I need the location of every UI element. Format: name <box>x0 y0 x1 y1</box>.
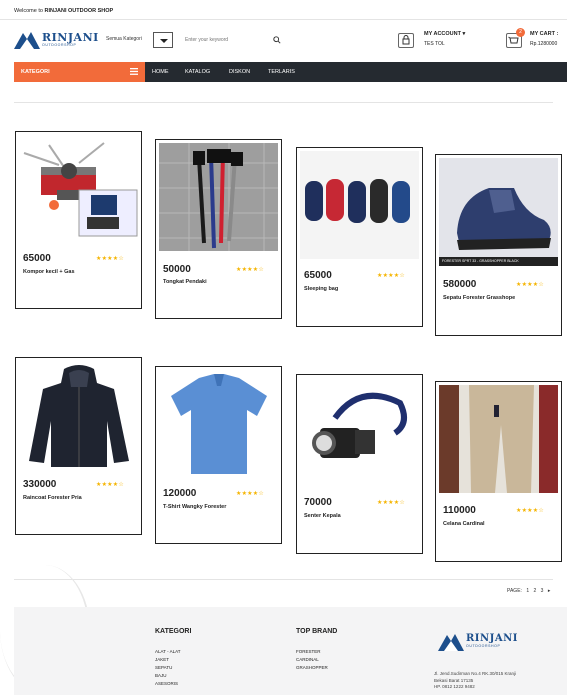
logo-subtitle: OUTDOORSHOP <box>42 43 77 47</box>
product-card-kompor[interactable]: 65000 ★★★★☆ Kompor kecil + Gas <box>15 131 142 309</box>
shop-name: RINJANI OUTDOOR SHOP <box>44 8 114 14</box>
product-price: 50000 <box>163 264 191 275</box>
next-page-icon[interactable]: ▸ <box>548 588 551 594</box>
welcome-text: Welcome to <box>14 8 45 14</box>
cart-count-badge: 2 <box>516 28 525 37</box>
footer-brand-link[interactable]: GRASHOPPER <box>296 664 328 672</box>
product-card-sleeping-bag[interactable]: 65000 ★★★★☆ Sleeping bag <box>296 147 423 327</box>
footer-brand-title: TOP BRAND <box>296 628 338 635</box>
page-link-1[interactable]: 1 <box>526 588 529 594</box>
product-image-trekking-poles <box>159 143 278 251</box>
product-card-celana[interactable]: 110000 ★★★★☆ Celana Cardinal <box>435 381 562 562</box>
footer-kategori-link[interactable]: JAKET <box>155 656 181 664</box>
product-card-raincoat[interactable]: 330000 ★★★★☆ Raincoat Forester Pria <box>15 357 142 535</box>
product-card-senter[interactable]: 70000 ★★★★☆ Senter Kepala <box>296 374 423 554</box>
footer-brand-link[interactable]: CARDINAL <box>296 656 328 664</box>
product-name[interactable]: Sepatu Forester Grasshope <box>443 295 515 301</box>
rating-stars: ★★★★☆ <box>236 267 264 273</box>
product-price: 110000 <box>443 505 476 516</box>
product-card-tshirt[interactable]: 120000 ★★★★☆ T-Shirt Wangky Forester <box>155 366 282 544</box>
product-image-raincoat <box>19 361 138 469</box>
footer-brand-list: FORESTER CARDINAL GRASHOPPER <box>296 648 328 672</box>
nav-diskon[interactable]: DISKON <box>229 69 250 75</box>
product-name[interactable]: Celana Cardinal <box>443 521 485 527</box>
category-menu-button[interactable]: KATEGORI <box>14 62 145 82</box>
footer-kategori-link[interactable]: SEPATU <box>155 664 181 672</box>
product-image-stove <box>19 135 138 239</box>
site-logo[interactable]: RINJANI OUTDOORSHOP <box>14 29 98 51</box>
page-link-2[interactable]: 2 <box>533 588 536 594</box>
account-username: TES TOL <box>424 41 445 47</box>
address-line: Jl. Jend.Sudirman No.4 RK.30/015 Kranji <box>434 671 517 676</box>
divider <box>14 579 553 580</box>
product-name[interactable]: Raincoat Forester Pria <box>23 495 82 501</box>
product-image-headlamp <box>300 378 419 486</box>
category-dropdown-button[interactable] <box>153 32 173 48</box>
mountain-logo-icon <box>438 634 464 651</box>
rating-stars: ★★★★☆ <box>96 256 124 262</box>
product-price: 120000 <box>163 488 197 499</box>
product-image-tshirt <box>159 370 278 478</box>
nav-terlaris[interactable]: TERLARIS <box>268 69 295 75</box>
rating-stars: ★★★★☆ <box>236 491 264 497</box>
footer-brand-link[interactable]: FORESTER <box>296 648 328 656</box>
footer-kategori-link[interactable]: ALAT - ALAT <box>155 648 181 656</box>
divider <box>14 102 553 103</box>
product-name[interactable]: Kompor kecil + Gas <box>23 269 75 275</box>
footer-kategori-title: KATEGORI <box>155 628 192 635</box>
my-cart-link[interactable]: MY CART : <box>530 31 558 37</box>
welcome-bar: Welcome to RINJANI OUTDOOR SHOP <box>0 0 567 20</box>
pagination: PAGE: 1 2 3 ▸ <box>507 588 550 594</box>
footer-logo-name: RINJANI <box>466 633 518 644</box>
address-line: HP. 0812 1222 9482 <box>434 684 475 689</box>
footer-kategori-list: ALAT - ALAT JAKET SEPATU BAJU ASESORIS <box>155 648 181 688</box>
page-link-3[interactable]: 3 <box>541 588 544 594</box>
footer-kategori-link[interactable]: BAJU <box>155 672 181 680</box>
rating-stars: ★★★★☆ <box>377 273 405 279</box>
product-card-tongkat[interactable]: 50000 ★★★★☆ Tongkat Pendaki <box>155 139 282 319</box>
product-name[interactable]: T-Shirt Wangky Forester <box>163 504 226 510</box>
rating-stars: ★★★★☆ <box>96 482 124 488</box>
product-card-sepatu[interactable]: FORESTER SPRT 33 - GRASSHOPPER BLACK 580… <box>435 154 562 336</box>
nav-home[interactable]: HOME <box>152 69 169 75</box>
product-image-caption: FORESTER SPRT 33 - GRASSHOPPER BLACK <box>439 257 558 266</box>
product-name[interactable]: Senter Kepala <box>304 513 341 519</box>
footer: KATEGORI ALAT - ALAT JAKET SEPATU BAJU A… <box>14 607 567 695</box>
pagination-label: PAGE: <box>507 588 522 594</box>
category-menu-label: KATEGORI <box>21 69 50 75</box>
category-select-label[interactable]: Semua Kategori <box>106 36 142 42</box>
product-price: 70000 <box>304 497 332 508</box>
product-name[interactable]: Sleeping bag <box>304 286 338 292</box>
search-icon[interactable] <box>273 36 281 44</box>
footer-address: Jl. Jend.Sudirman No.4 RK.30/015 Kranji … <box>434 671 516 691</box>
cart-total: Rp.1280000 <box>530 41 558 47</box>
product-name[interactable]: Tongkat Pendaki <box>163 279 207 285</box>
product-image-hiking-shoe <box>439 158 558 266</box>
rating-stars: ★★★★☆ <box>516 508 544 514</box>
product-image-sleeping-bags <box>300 151 419 259</box>
rating-stars: ★★★★☆ <box>377 500 405 506</box>
account-icon[interactable] <box>398 33 414 48</box>
product-price: 65000 <box>23 253 51 264</box>
product-image-pants <box>439 385 558 493</box>
product-price: 580000 <box>443 279 477 290</box>
nav-katalog[interactable]: KATALOG <box>185 69 210 75</box>
footer-kategori-link[interactable]: ASESORIS <box>155 680 181 688</box>
rating-stars: ★★★★☆ <box>516 282 544 288</box>
product-price: 330000 <box>23 479 57 490</box>
product-price: 65000 <box>304 270 332 281</box>
main-navbar: KATEGORI HOME KATALOG DISKON TERLARIS <box>14 62 567 82</box>
mountain-logo-icon <box>14 32 40 49</box>
my-account-link[interactable]: MY ACCOUNT ▾ <box>424 31 465 37</box>
footer-logo-subtitle: OUTDOORSHOP <box>466 644 501 648</box>
hamburger-icon <box>130 68 138 75</box>
